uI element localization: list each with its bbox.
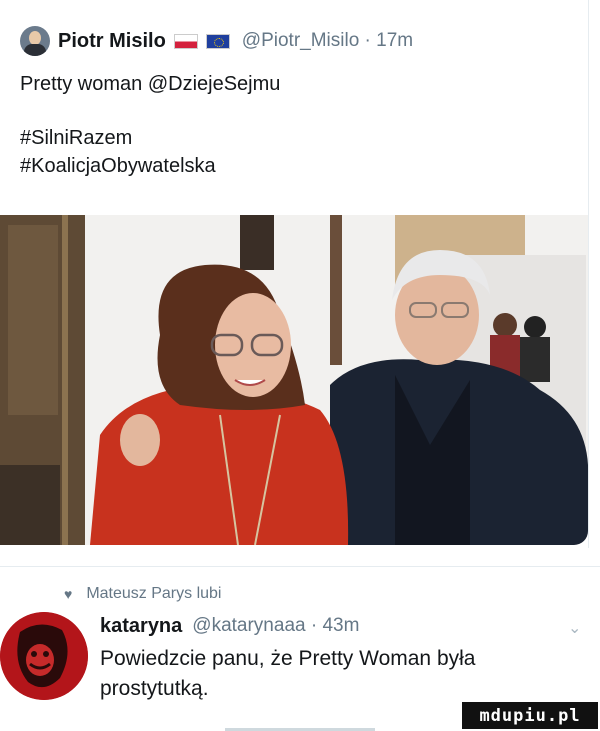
reply-author-name[interactable]: kataryna (100, 615, 182, 638)
author-name[interactable]: Piotr Misilo (58, 30, 166, 53)
hashtag[interactable]: #KoalicjaObywatelska (20, 152, 570, 180)
tweet-line: Pretty woman @DziejeSejmu (20, 73, 281, 95)
reply-line: Powiedzcie panu, że Pretty Woman była (100, 647, 476, 670)
tweet-photo[interactable] (0, 215, 588, 545)
watermark: mdupiu.pl (462, 702, 598, 729)
liked-by-row[interactable]: ♥ Mateusz Parys lubi (64, 583, 221, 605)
eu-flag-icon (205, 33, 230, 49)
avatar[interactable] (0, 612, 88, 700)
hashtag[interactable]: #SilniRazem (20, 124, 570, 152)
poland-flag-icon (173, 33, 198, 49)
heart-icon: ♥ (64, 586, 73, 602)
tweet-card[interactable]: Piotr Misilo @Piotr_Misilo · 17m Pretty … (0, 0, 589, 548)
reply-text: Powiedzcie panu, że Pretty Woman była pr… (100, 644, 570, 704)
reply-author-handle[interactable]: @katarynaaa · 43m (192, 615, 359, 637)
avatar[interactable] (20, 26, 50, 56)
liked-by-text: Mateusz Parys lubi (86, 585, 222, 602)
reply-line: prostytutką. (100, 677, 209, 700)
divider (0, 566, 600, 567)
chevron-down-icon[interactable]: ⌄ (568, 618, 586, 637)
tweet-header: Piotr Misilo @Piotr_Misilo · 17m (20, 26, 413, 56)
reply-header: kataryna @katarynaaa · 43m (100, 612, 359, 640)
tweet-text: Pretty woman @DziejeSejmu #SilniRazem #K… (20, 70, 570, 180)
author-handle[interactable]: @Piotr_Misilo · 17m (242, 30, 413, 52)
